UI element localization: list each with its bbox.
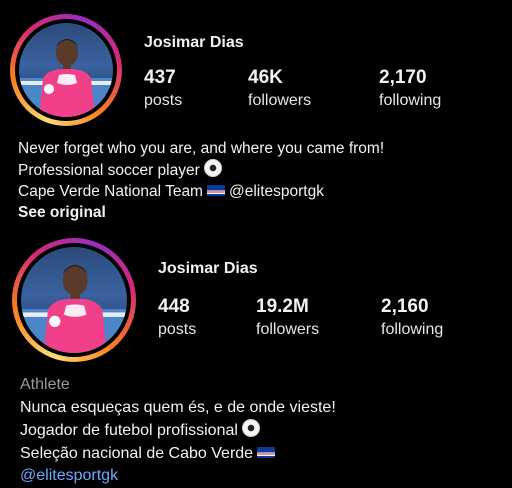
profile-category: Athlete bbox=[20, 376, 70, 393]
soccer-ball-icon bbox=[241, 419, 260, 437]
bio-handle-link[interactable]: @elitesportgk bbox=[20, 465, 336, 488]
followers-label: followers bbox=[248, 92, 312, 109]
following-label: following bbox=[381, 321, 444, 338]
avatar[interactable] bbox=[19, 23, 113, 117]
bio: Athlete Nunca esqueças quem és, e de ond… bbox=[20, 374, 336, 488]
followers-stat[interactable]: 19.2M followers bbox=[256, 296, 319, 339]
posts-stat[interactable]: 448 posts bbox=[158, 296, 196, 339]
followers-count: 46K bbox=[248, 67, 283, 88]
posts-stat[interactable]: 437 posts bbox=[144, 67, 182, 110]
bio-handle: @elitesportgk bbox=[228, 183, 324, 200]
soccer-ball-icon bbox=[203, 159, 222, 177]
bio-line: Never forget who you are, and where you … bbox=[18, 140, 385, 157]
following-count: 2,170 bbox=[379, 67, 427, 88]
following-label: following bbox=[379, 92, 442, 109]
profile-header-translated: Josimar Dias 448 posts 19.2M followers 2… bbox=[0, 238, 512, 487]
followers-stat[interactable]: 46K followers bbox=[248, 67, 311, 110]
bio-line: Seleção nacional de Cabo Verde bbox=[20, 443, 336, 466]
posts-label: posts bbox=[158, 321, 197, 338]
avatar-image bbox=[21, 265, 127, 353]
posts-count: 448 bbox=[158, 296, 190, 317]
avatar[interactable] bbox=[21, 247, 127, 353]
profile-name: Josimar Dias bbox=[144, 34, 244, 51]
bio: Never forget who you are, and where you … bbox=[18, 138, 384, 223]
bio-line: Cape Verde National Team @elitesportgk bbox=[18, 183, 324, 200]
following-count: 2,160 bbox=[381, 296, 429, 317]
cape-verde-flag-icon bbox=[257, 446, 276, 458]
cape-verde-flag-icon bbox=[206, 185, 225, 196]
posts-label: posts bbox=[144, 92, 183, 109]
bio-line: Nunca esqueças quem és, e de onde vieste… bbox=[20, 398, 336, 416]
see-original-button[interactable]: See original bbox=[18, 202, 384, 223]
posts-count: 437 bbox=[144, 67, 176, 88]
avatar-image bbox=[19, 39, 113, 117]
followers-count: 19.2M bbox=[256, 296, 309, 317]
following-stat[interactable]: 2,170 following bbox=[379, 67, 441, 110]
following-stat[interactable]: 2,160 following bbox=[381, 296, 443, 339]
bio-line: Professional soccer player bbox=[18, 159, 384, 181]
profile-header-original: Josimar Dias 437 posts 46K followers 2,1… bbox=[0, 0, 512, 235]
profile-name: Josimar Dias bbox=[158, 260, 258, 277]
bio-line: Jogador de futebol profissional bbox=[20, 419, 336, 443]
followers-label: followers bbox=[256, 321, 320, 338]
